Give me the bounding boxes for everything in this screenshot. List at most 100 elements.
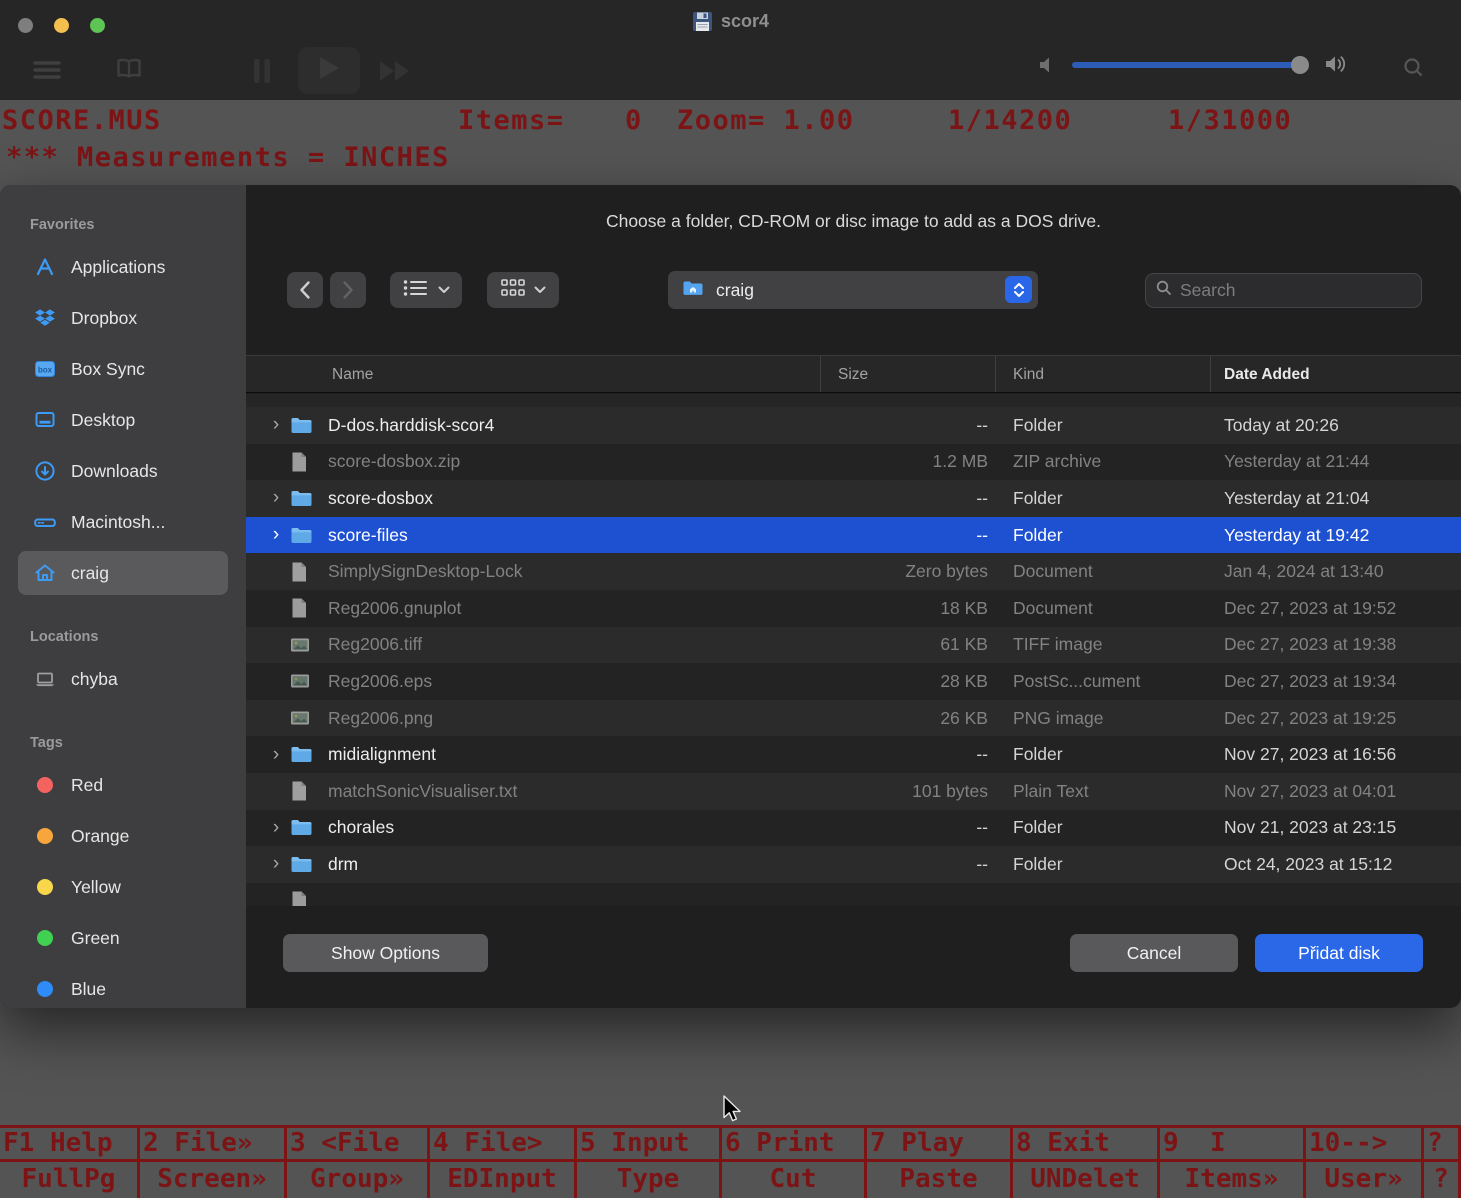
back-button[interactable] — [287, 272, 323, 308]
disclosure-chevron-icon[interactable]: › — [266, 524, 286, 546]
fn-key-6-bot[interactable]: Cut — [722, 1162, 867, 1198]
fn-key-11-bot[interactable]: ? — [1424, 1162, 1461, 1198]
column-divider[interactable] — [1210, 356, 1211, 392]
sidebar-item-applications[interactable]: Applications — [18, 245, 228, 289]
column-header-date-added[interactable]: Date Added — [1224, 356, 1310, 393]
volume-low-icon[interactable] — [1038, 54, 1056, 81]
search-field[interactable] — [1145, 273, 1422, 308]
column-divider[interactable] — [820, 356, 821, 392]
fn-key-1-bot[interactable]: FullPg — [0, 1162, 140, 1198]
table-row[interactable]: › matchSonicVisualiser.txt 101 bytes Pla… — [246, 773, 1461, 810]
table-row[interactable]: › Reg2006.eps 28 KB PostSc...cument Dec … — [246, 663, 1461, 700]
volume-high-icon[interactable] — [1324, 52, 1352, 81]
group-view-button[interactable] — [487, 272, 559, 308]
column-divider[interactable] — [995, 356, 996, 392]
cancel-button[interactable]: Cancel — [1070, 934, 1238, 972]
fn-key-3-bot[interactable]: Group» — [287, 1162, 430, 1198]
sidebar-item-macintosh-[interactable]: Macintosh... — [18, 500, 228, 544]
table-row[interactable]: › drm -- Folder Oct 24, 2023 at 15:12 — [246, 846, 1461, 883]
add-disk-button[interactable]: Přidat disk — [1255, 934, 1423, 972]
tag-label: Red — [71, 775, 103, 796]
table-row[interactable]: › — [246, 883, 1461, 906]
table-row[interactable]: › score-dosbox -- Folder Yesterday at 21… — [246, 480, 1461, 517]
table-row[interactable]: › Reg2006.tiff 61 KB TIFF image Dec 27, … — [246, 627, 1461, 664]
list-view-button[interactable] — [390, 272, 462, 308]
disclosure-chevron-icon[interactable]: › — [266, 414, 286, 436]
menu-hamburger-icon[interactable] — [32, 58, 62, 87]
popup-stepper-icon[interactable] — [1005, 276, 1032, 303]
table-row[interactable]: › midialignment -- Folder Nov 27, 2023 a… — [246, 736, 1461, 773]
column-header-name[interactable]: Name — [332, 356, 373, 393]
file-name: score-dosbox — [314, 488, 838, 509]
fn-key-7-bot[interactable]: Paste — [867, 1162, 1013, 1198]
play-button[interactable] — [298, 47, 360, 94]
fast-forward-icon[interactable] — [378, 58, 412, 89]
disclosure-chevron-icon[interactable]: › — [266, 817, 286, 839]
pause-icon[interactable] — [252, 56, 272, 91]
fn-key-5-top[interactable]: 5 Input — [577, 1128, 722, 1162]
sidebar-item-dropbox[interactable]: Dropbox — [18, 296, 228, 340]
fn-key-8-top[interactable]: 8 Exit — [1013, 1128, 1160, 1162]
sidebar-item-chyba[interactable]: chyba — [18, 657, 228, 701]
sidebar-tag-blue[interactable]: Blue — [18, 967, 228, 1008]
table-row[interactable]: › D-dos.harddisk-scor4 -- Folder Today a… — [246, 407, 1461, 444]
folder-popup-button[interactable]: craig — [668, 271, 1038, 309]
column-header-kind[interactable]: Kind — [1013, 356, 1044, 393]
column-header-size[interactable]: Size — [838, 356, 868, 393]
table-row[interactable]: › SimplySignDesktop-Lock Zero bytes Docu… — [246, 553, 1461, 590]
fn-key-4-top[interactable]: 4 File> — [430, 1128, 577, 1162]
disclosure-chevron-icon[interactable]: › — [266, 853, 286, 875]
table-row[interactable]: › score-dosbox.zip 1.2 MB ZIP archive Ye… — [246, 444, 1461, 481]
sidebar-item-label: Desktop — [71, 410, 135, 431]
sidebar-tag-orange[interactable]: Orange — [18, 814, 228, 858]
sidebar-tag-green[interactable]: Green — [18, 916, 228, 960]
file-name: D-dos.harddisk-scor4 — [314, 415, 838, 436]
fn-key-9-top[interactable]: 9 I — [1160, 1128, 1306, 1162]
forward-button[interactable] — [330, 272, 366, 308]
fn-key-11-top[interactable]: ? — [1424, 1128, 1461, 1162]
fn-key-6-top[interactable]: 6 Print — [722, 1128, 867, 1162]
search-input[interactable] — [1180, 280, 1390, 301]
fn-key-10-bot[interactable]: User» — [1306, 1162, 1424, 1198]
fn-key-3-top[interactable]: 3 <File — [287, 1128, 430, 1162]
sidebar-item-label: Dropbox — [71, 308, 137, 329]
show-options-button[interactable]: Show Options — [283, 934, 488, 972]
dos-items-value: 0 — [625, 105, 643, 136]
laptop-icon — [32, 666, 58, 692]
fn-key-2-top[interactable]: 2 File» — [140, 1128, 287, 1162]
fn-key-7-top[interactable]: 7 Play — [867, 1128, 1013, 1162]
file-kind: Folder — [1013, 817, 1210, 838]
magnifier-icon[interactable] — [1402, 56, 1426, 85]
volume-slider-knob[interactable] — [1291, 56, 1309, 74]
file-kind: PostSc...cument — [1013, 671, 1210, 692]
disclosure-chevron-icon[interactable]: › — [266, 487, 286, 509]
fn-key-4-bot[interactable]: EDInput — [430, 1162, 577, 1198]
book-icon[interactable] — [114, 56, 144, 87]
table-row[interactable]: › score-files -- Folder Yesterday at 19:… — [246, 517, 1461, 554]
folder-icon — [290, 489, 314, 508]
disclosure-chevron-icon[interactable]: › — [266, 744, 286, 766]
sidebar-item-downloads[interactable]: Downloads — [18, 449, 228, 493]
file-size: 26 KB — [838, 708, 988, 729]
fn-key-2-bot[interactable]: Screen» — [140, 1162, 287, 1198]
downloads-icon — [32, 458, 58, 484]
sidebar-item-craig[interactable]: craig — [18, 551, 228, 595]
fn-key-5-bot[interactable]: Type — [577, 1162, 722, 1198]
fn-key-1-top[interactable]: F1 Help — [0, 1128, 140, 1162]
volume-slider[interactable] — [1072, 62, 1308, 68]
table-row[interactable]: › Reg2006.png 26 KB PNG image Dec 27, 20… — [246, 700, 1461, 737]
fn-key-8-bot[interactable]: UNDelet — [1013, 1162, 1160, 1198]
file-name: score-dosbox.zip — [314, 451, 838, 472]
sidebar-tag-red[interactable]: Red — [18, 763, 228, 807]
file-name: score-files — [314, 525, 838, 546]
sidebar-item-box-sync[interactable]: box Box Sync — [18, 347, 228, 391]
image-file-icon — [290, 710, 314, 726]
fn-key-9-bot[interactable]: Items» — [1160, 1162, 1306, 1198]
file-size: -- — [838, 488, 988, 509]
table-row[interactable]: › chorales -- Folder Nov 21, 2023 at 23:… — [246, 810, 1461, 847]
table-row[interactable]: › Reg2006.gnuplot 18 KB Document Dec 27,… — [246, 590, 1461, 627]
file-date-added: Nov 27, 2023 at 04:01 — [1224, 781, 1461, 802]
sidebar-tag-yellow[interactable]: Yellow — [18, 865, 228, 909]
fn-key-10-top[interactable]: 10--> — [1306, 1128, 1424, 1162]
sidebar-item-desktop[interactable]: Desktop — [18, 398, 228, 442]
